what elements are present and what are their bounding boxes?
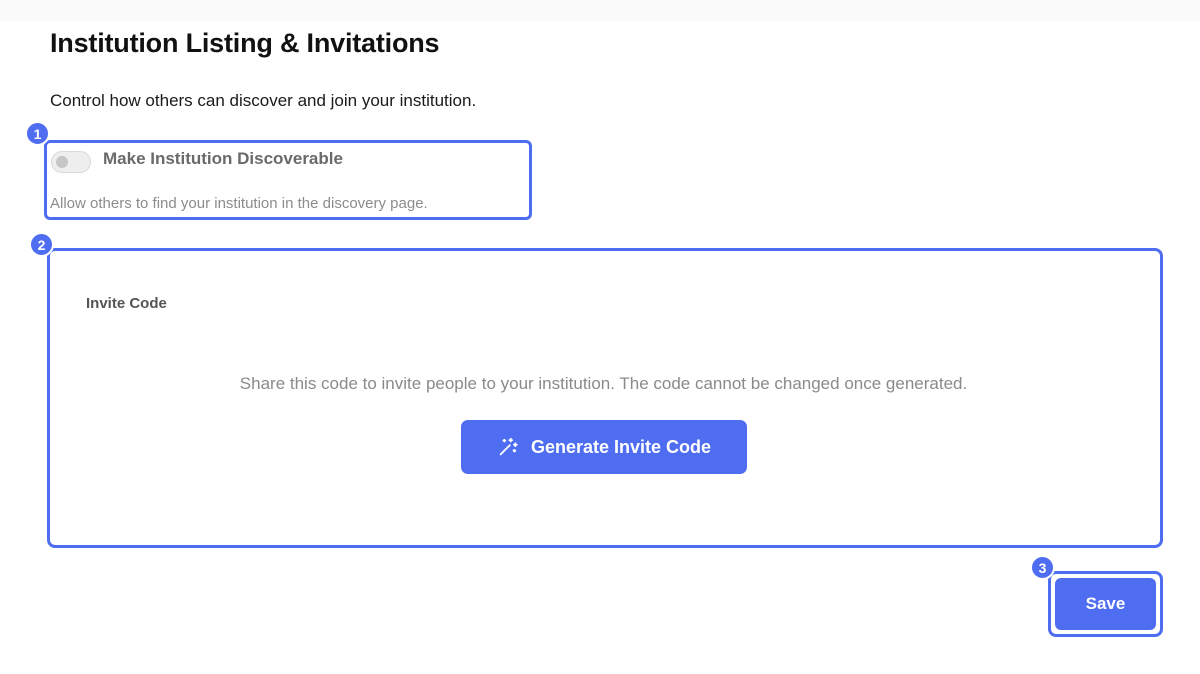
page-title: Institution Listing & Invitations bbox=[50, 28, 440, 58]
discoverable-label: Make Institution Discoverable bbox=[103, 149, 343, 168]
annotation-badge-2: 2 bbox=[29, 232, 54, 257]
toggle-knob bbox=[56, 156, 68, 168]
invite-code-title: Invite Code bbox=[86, 295, 167, 312]
generate-invite-code-button[interactable]: Generate Invite Code bbox=[461, 420, 747, 474]
invite-code-card bbox=[47, 248, 1163, 548]
magic-wand-icon bbox=[499, 437, 518, 456]
invite-code-description: Share this code to invite people to your… bbox=[239, 374, 968, 393]
top-strip bbox=[0, 0, 1200, 22]
save-button[interactable]: Save bbox=[1055, 578, 1156, 630]
discoverable-help-text: Allow others to find your institution in… bbox=[50, 195, 428, 212]
annotation-badge-1: 1 bbox=[25, 121, 50, 146]
generate-invite-code-label: Generate Invite Code bbox=[530, 436, 712, 457]
page-subtitle: Control how others can discover and join… bbox=[50, 91, 477, 110]
discoverable-toggle[interactable] bbox=[51, 151, 91, 173]
annotation-badge-3: 3 bbox=[1030, 555, 1055, 580]
